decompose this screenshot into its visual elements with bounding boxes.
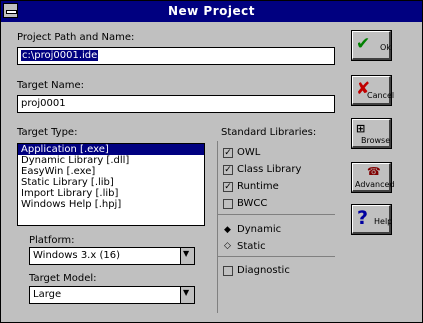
- diagnostic-label: Diagnostic: [237, 265, 290, 276]
- list-item[interactable]: Dynamic Library [.dll]: [18, 155, 204, 166]
- help-question-icon: ?: [357, 207, 369, 229]
- target-model-dropdown-button[interactable]: ▼: [180, 287, 194, 303]
- window-title: New Project: [167, 4, 255, 18]
- platform-select[interactable]: Windows 3.x (16) ▼: [29, 247, 195, 265]
- ok-button[interactable]: ✔ Ok: [351, 30, 392, 61]
- libraries-group-divider: [217, 141, 218, 313]
- dropdown-arrow-icon: ▼: [183, 249, 190, 258]
- advanced-button-label: Advanced: [355, 180, 395, 189]
- folder-tree-icon: ⊞: [356, 122, 366, 135]
- libraries-section-divider: [217, 214, 335, 215]
- diagnostic-checkbox[interactable]: [223, 266, 233, 276]
- platform-label: Platform:: [29, 235, 75, 246]
- title-bar: New Project: [1, 1, 422, 22]
- runtime-checkbox[interactable]: ✓: [223, 182, 233, 192]
- list-item[interactable]: EasyWin [.exe]: [18, 166, 204, 177]
- class-library-checkbox[interactable]: ✓: [223, 165, 233, 175]
- target-model-value: Large: [33, 289, 62, 300]
- list-item[interactable]: Static Library [.lib]: [18, 177, 204, 188]
- linking-section-divider: [217, 256, 335, 257]
- runtime-label: Runtime: [237, 181, 279, 192]
- help-button[interactable]: ? Help: [351, 204, 393, 235]
- help-button-label: Help: [374, 217, 393, 226]
- target-name-label: Target Name:: [17, 80, 84, 91]
- bwcc-label: BWCC: [237, 198, 268, 209]
- platform-value: Windows 3.x (16): [33, 250, 120, 261]
- dynamic-radio[interactable]: ◆: [224, 225, 231, 235]
- project-path-label: Project Path and Name:: [17, 32, 135, 43]
- cancel-button-label: Cancel: [367, 91, 395, 100]
- list-item[interactable]: Windows Help [.hpj]: [18, 199, 204, 210]
- static-radio[interactable]: ◇: [224, 241, 231, 251]
- owl-checkbox[interactable]: ✓: [223, 148, 233, 158]
- target-type-list[interactable]: Application [.exe] Dynamic Library [.dll…: [17, 143, 205, 226]
- project-path-input[interactable]: c:\proj0001.ide: [17, 47, 335, 65]
- platform-dropdown-button[interactable]: ▼: [180, 248, 194, 264]
- new-project-dialog: New Project Project Path and Name: c:\pr…: [0, 0, 423, 323]
- owl-label: OWL: [237, 147, 261, 158]
- standard-libraries-label: Standard Libraries:: [221, 127, 317, 138]
- checkmark-icon: ✔: [356, 34, 371, 54]
- telephone-icon: ☎: [367, 165, 381, 178]
- browse-button-label: Browse: [361, 136, 391, 145]
- class-library-label: Class Library: [237, 164, 302, 175]
- browse-button[interactable]: ⊞ Browse: [351, 118, 392, 149]
- target-model-label: Target Model:: [29, 273, 97, 284]
- dynamic-label: Dynamic: [237, 224, 282, 235]
- static-label: Static: [237, 241, 266, 252]
- list-item[interactable]: Import Library [.lib]: [18, 188, 204, 199]
- target-name-value: proj0001: [21, 98, 66, 109]
- bwcc-checkbox[interactable]: [223, 199, 233, 209]
- target-model-select[interactable]: Large ▼: [29, 286, 195, 304]
- target-name-input[interactable]: proj0001: [17, 95, 335, 113]
- ok-button-label: Ok: [380, 43, 391, 52]
- advanced-button[interactable]: ☎ Advanced: [351, 162, 395, 193]
- dropdown-arrow-icon: ▼: [183, 288, 190, 297]
- cancel-button[interactable]: ✘ Cancel: [351, 75, 395, 106]
- project-path-value: c:\proj0001.ide: [21, 50, 99, 61]
- target-type-label: Target Type:: [17, 127, 78, 138]
- list-item[interactable]: Application [.exe]: [18, 144, 204, 155]
